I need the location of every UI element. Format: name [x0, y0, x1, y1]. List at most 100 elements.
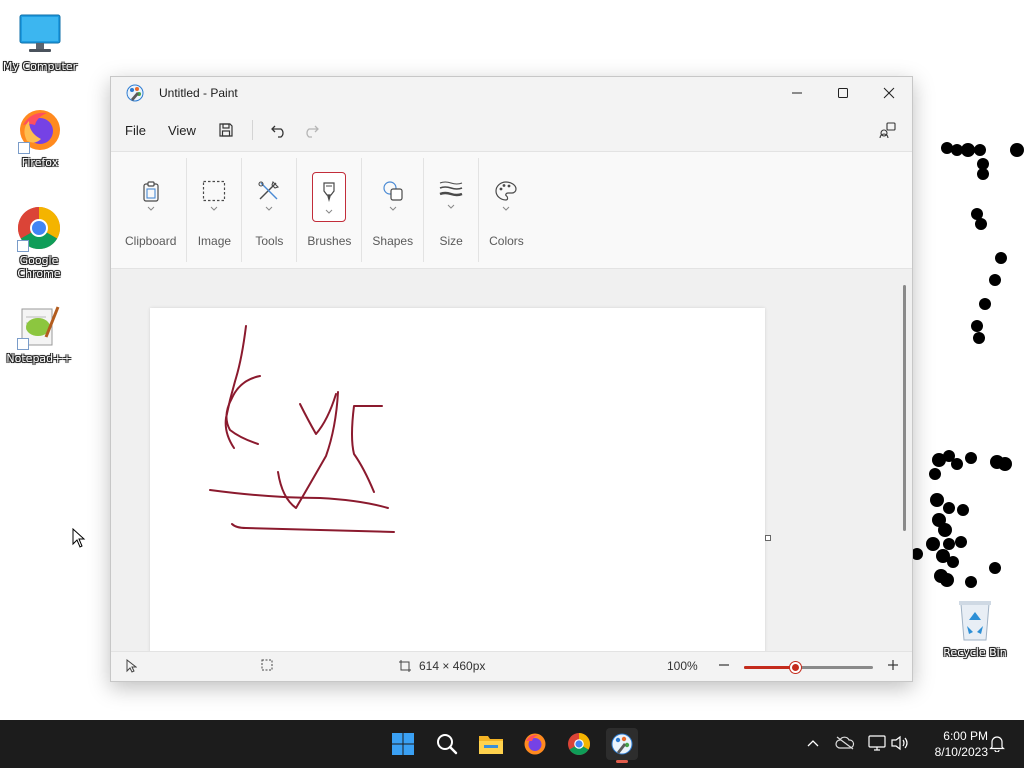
menu-view[interactable]: View — [160, 117, 204, 144]
taskbar-paint[interactable] — [606, 728, 638, 763]
brushes-button[interactable] — [312, 172, 347, 222]
arrow-cursor-icon — [72, 527, 86, 548]
selection-icon — [203, 180, 226, 202]
shortcut-arrow-icon — [18, 142, 30, 154]
zoom-out-button[interactable] — [717, 658, 731, 672]
pointer-icon — [126, 659, 137, 673]
menu-file[interactable]: File — [117, 117, 154, 144]
image-select-button[interactable] — [197, 172, 231, 222]
close-button[interactable] — [866, 77, 912, 109]
taskbar-clock[interactable]: 6:00 PM 8/10/2023 — [918, 728, 988, 760]
desktop-icon-label: Firefox — [21, 156, 59, 169]
account-settings-icon — [879, 122, 896, 139]
desktop-icon-label: Google Chrome — [17, 254, 61, 280]
notification-bell-icon — [989, 736, 1005, 752]
desktop: My Computer Firefox Google Chrome Notepa… — [0, 0, 1024, 720]
clipboard-icon — [143, 181, 159, 202]
tools-icon — [258, 180, 280, 200]
canvas-size-readout: 614 × 460px — [399, 659, 485, 673]
drawing-canvas[interactable] — [150, 308, 765, 652]
paint-window: Untitled - Paint File View Clipboard Ima… — [110, 76, 913, 682]
network-icon — [868, 735, 886, 751]
taskbar-search-button[interactable] — [431, 728, 463, 760]
search-icon — [437, 734, 458, 755]
clock-time: 6:00 PM — [943, 729, 988, 743]
tray-notifications[interactable] — [986, 732, 1008, 754]
size-button[interactable] — [434, 172, 468, 222]
desktop-scribble-dots — [911, 142, 1024, 588]
canvas-size-icon — [399, 660, 411, 672]
chevron-down-icon — [147, 206, 155, 211]
account-button[interactable] — [872, 115, 902, 145]
pointer-position — [125, 659, 137, 673]
shapes-icon — [383, 181, 403, 201]
plus-icon — [888, 660, 898, 670]
zoom-slider[interactable] — [744, 662, 873, 673]
tools-button[interactable] — [252, 172, 286, 222]
shapes-button[interactable] — [376, 172, 410, 222]
chrome-icon — [15, 204, 63, 252]
tray-network[interactable] — [866, 732, 888, 754]
tray-volume[interactable] — [889, 732, 911, 754]
taskbar-chrome[interactable] — [563, 728, 595, 760]
chevron-up-icon — [807, 740, 819, 747]
chrome-icon — [568, 733, 590, 755]
zoom-in-button[interactable] — [886, 658, 900, 672]
ribbon-group-size: Size — [424, 158, 480, 262]
paint-app-icon — [126, 84, 144, 102]
ribbon-group-label: Brushes — [307, 234, 352, 248]
desktop-icon-my-computer[interactable]: My Computer — [0, 10, 80, 73]
ribbon-group-image: Image — [187, 158, 243, 262]
taskbar-firefox[interactable] — [519, 728, 551, 760]
clipboard-button[interactable] — [134, 172, 168, 222]
active-app-indicator — [616, 760, 628, 763]
minus-icon — [719, 664, 729, 666]
ribbon-group-colors: Colors — [479, 158, 534, 262]
zoom-text: 100% — [667, 659, 698, 673]
desktop-icon-label: Notepad++ — [6, 352, 72, 365]
menu-separator — [251, 120, 253, 140]
minimize-button[interactable] — [774, 77, 820, 109]
close-icon — [883, 87, 895, 99]
tray-onedrive[interactable] — [834, 732, 856, 754]
save-button[interactable] — [210, 115, 242, 145]
desktop-icon-chrome[interactable]: Google Chrome — [0, 204, 79, 280]
desktop-icon-label: My Computer — [2, 60, 78, 73]
title-bar[interactable]: Untitled - Paint — [111, 77, 912, 109]
menu-bar: File View — [111, 109, 912, 151]
zoom-slider-thumb[interactable] — [790, 662, 801, 673]
selection-size — [261, 659, 273, 671]
brush-icon — [323, 182, 335, 202]
vertical-scrollbar[interactable] — [903, 285, 906, 531]
taskbar-file-explorer[interactable] — [475, 728, 507, 760]
tray-overflow-button[interactable] — [802, 732, 824, 754]
ribbon-group-tools: Tools — [242, 158, 298, 262]
desktop-icon-firefox[interactable]: Firefox — [0, 106, 80, 169]
ribbon-group-label: Size — [439, 234, 463, 248]
ribbon-group-label: Shapes — [372, 234, 414, 248]
firefox-icon — [16, 106, 64, 154]
shortcut-arrow-icon — [17, 338, 29, 350]
maximize-button[interactable] — [820, 77, 866, 109]
colors-button[interactable] — [489, 172, 523, 222]
canvas-drawing-strokes — [209, 325, 395, 533]
windows-logo-icon — [392, 733, 414, 755]
volume-icon — [891, 735, 908, 751]
save-icon — [219, 123, 233, 137]
taskbar-start-button[interactable] — [387, 728, 419, 760]
redo-button[interactable] — [295, 115, 327, 145]
undo-icon — [270, 125, 284, 138]
canvas-workspace[interactable] — [111, 269, 912, 652]
undo-button[interactable] — [263, 115, 295, 145]
chevron-down-icon — [503, 206, 510, 211]
chevron-down-icon — [447, 204, 455, 209]
redo-icon — [306, 125, 319, 138]
desktop-icon-notepadpp[interactable]: Notepad++ — [0, 302, 79, 365]
selection-size-icon — [261, 659, 273, 671]
canvas-resize-handle[interactable] — [765, 535, 771, 541]
ribbon-group-label: Clipboard — [125, 234, 177, 248]
taskbar: 6:00 PM 8/10/2023 — [0, 720, 1024, 768]
folder-icon — [479, 736, 503, 754]
zoom-level: 100% — [667, 659, 698, 673]
window-title: Untitled - Paint — [159, 86, 238, 100]
